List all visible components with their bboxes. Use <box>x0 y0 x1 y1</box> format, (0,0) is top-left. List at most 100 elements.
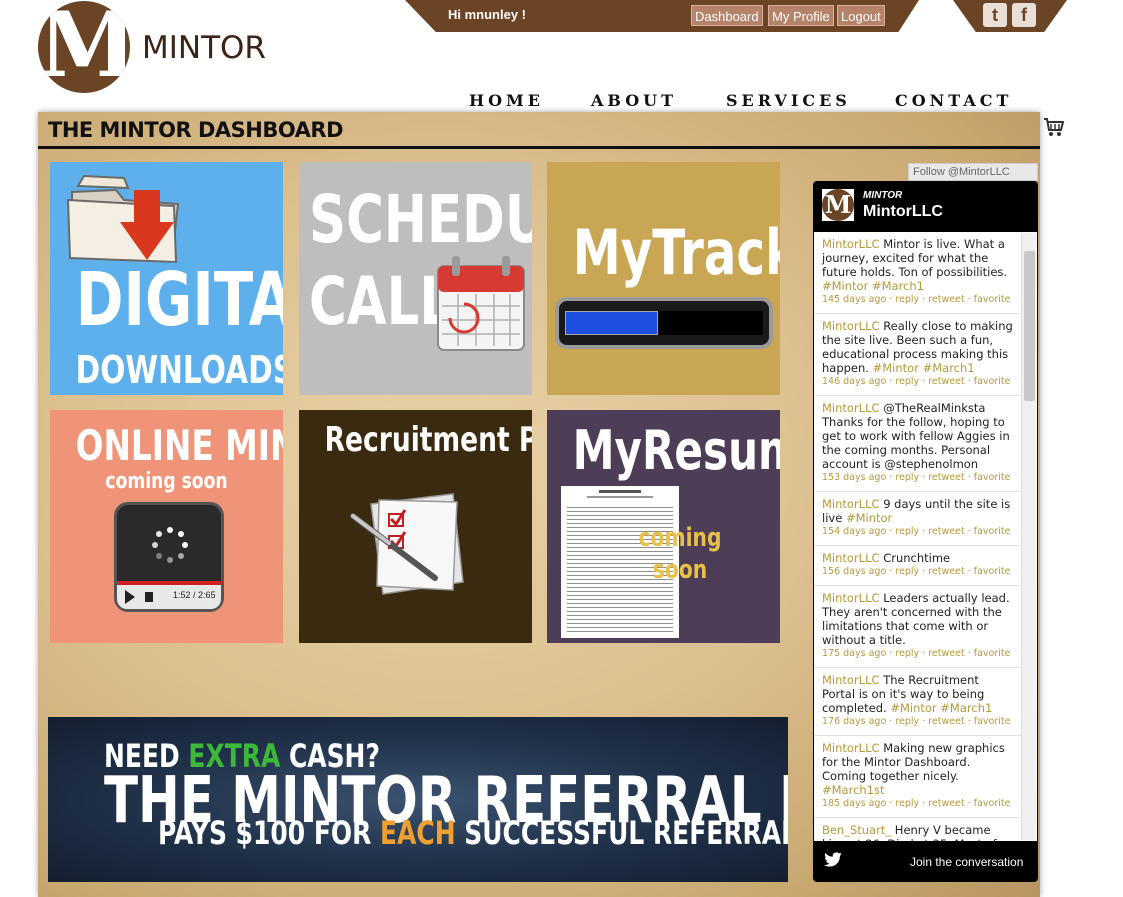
tweet-item: MintorLLC Mintor is live. What a journey… <box>814 232 1022 314</box>
twitter-account-name[interactable]: MintorLLC <box>863 203 943 221</box>
banner-each: EACH <box>380 814 456 852</box>
meta-separator: · <box>964 566 974 577</box>
tweet-user-link[interactable]: Ben_Stuart_ <box>822 823 891 837</box>
meta-separator: · <box>886 376 896 387</box>
tweet-favorite-link[interactable]: favorite <box>974 566 1011 577</box>
tweet-age[interactable]: 145 days ago <box>822 294 886 305</box>
tweet-age[interactable]: 175 days ago <box>822 648 886 659</box>
tweet-user-link[interactable]: MintorLLC <box>822 591 880 605</box>
logo-letter: M <box>38 1 130 93</box>
referral-program-banner[interactable]: NEED EXTRA CASH? THE MINTOR REFERRAL PRO… <box>48 717 788 882</box>
tweet-age[interactable]: 154 days ago <box>822 526 886 537</box>
meta-separator: · <box>964 472 974 483</box>
tweet-reply-link[interactable]: reply <box>895 376 919 387</box>
tweet-reply-link[interactable]: reply <box>895 648 919 659</box>
tweet-favorite-link[interactable]: favorite <box>974 648 1011 659</box>
tile-resume-soon: soon <box>652 555 708 585</box>
video-controls: 1:52 / 2:65 <box>117 585 221 609</box>
nav-home[interactable]: HOME <box>469 91 544 110</box>
tweet-hashtags[interactable]: #Mintor #March1 <box>890 701 992 715</box>
tweet-reply-link[interactable]: reply <box>895 566 919 577</box>
tweet-favorite-link[interactable]: favorite <box>974 716 1011 727</box>
twitter-avatar[interactable]: M <box>822 189 854 221</box>
tweet-retweet-link[interactable]: retweet <box>928 648 964 659</box>
tweet-reply-link[interactable]: reply <box>895 716 919 727</box>
tweet-age[interactable]: 176 days ago <box>822 716 886 727</box>
tweet-item: MintorLLC 9 days until the site is live … <box>814 492 1022 546</box>
tweet-hashtags[interactable]: #Mintor #March1 <box>873 361 975 375</box>
scrollbar-thumb[interactable] <box>1024 251 1035 401</box>
tweet-reply-link[interactable]: reply <box>895 798 919 809</box>
tile-resume-title: MyResume <box>572 419 780 482</box>
tweet-favorite-link[interactable]: favorite <box>974 294 1011 305</box>
meta-separator: · <box>919 294 929 305</box>
tweet-favorite-link[interactable]: favorite <box>974 798 1011 809</box>
tweet-hashtags[interactable]: #Mintor #March1 <box>822 279 924 293</box>
meta-separator: · <box>886 716 896 727</box>
tracker-progress-bar <box>555 297 773 349</box>
tweet-user-link[interactable]: MintorLLC <box>822 741 880 755</box>
loading-spinner-icon <box>152 527 188 563</box>
facebook-icon[interactable]: f <box>1012 3 1036 27</box>
tweet-age[interactable]: 153 days ago <box>822 472 886 483</box>
follow-twitter-button[interactable]: Follow @MintorLLC <box>908 163 1038 181</box>
meta-separator: · <box>919 472 929 483</box>
tweet-retweet-link[interactable]: retweet <box>928 472 964 483</box>
tweet-user-link[interactable]: MintorLLC <box>822 551 880 565</box>
tile-online-mintor[interactable]: ONLINE MINTOR coming soon 1:52 / 2:65 <box>50 410 283 643</box>
tweet-meta: 156 days ago · reply · retweet · favorit… <box>822 565 1014 579</box>
tweet-retweet-link[interactable]: retweet <box>928 526 964 537</box>
tweet-retweet-link[interactable]: retweet <box>928 294 964 305</box>
user-greeting: Hi mnunley ! <box>448 7 527 22</box>
tile-recruitment-portal[interactable]: Recruitment Portal <box>299 410 532 643</box>
dashboard-button[interactable]: Dashboard <box>691 5 763 26</box>
tracker-progress-track <box>565 311 763 335</box>
tweet-favorite-link[interactable]: favorite <box>974 472 1011 483</box>
tile-myresume[interactable]: MyResume coming soon <box>547 410 780 643</box>
tweet-age[interactable]: 185 days ago <box>822 798 886 809</box>
tweet-favorite-link[interactable]: favorite <box>974 526 1011 537</box>
join-conversation-link[interactable]: Join the conversation <box>910 855 1023 869</box>
meta-separator: · <box>919 648 929 659</box>
tweet-age[interactable]: 146 days ago <box>822 376 886 387</box>
my-profile-button[interactable]: My Profile <box>768 5 834 26</box>
tweet-user-link[interactable]: MintorLLC <box>822 401 880 415</box>
tweet-age[interactable]: 156 days ago <box>822 566 886 577</box>
tweet-body: MintorLLC 9 days until the site is live … <box>822 497 1014 525</box>
tweet-body: MintorLLC Crunchtime <box>822 551 1014 565</box>
mintor-logo[interactable]: M MINTOR <box>38 1 266 93</box>
tweet-hashtags[interactable]: #March1st <box>822 783 885 797</box>
meta-separator: · <box>886 294 896 305</box>
tweet-list-scrollbar[interactable] <box>1021 233 1036 840</box>
tweet-meta: 176 days ago · reply · retweet · favorit… <box>822 715 1014 729</box>
shopping-cart-icon[interactable] <box>1043 117 1065 137</box>
twitter-icon[interactable]: t <box>983 3 1007 27</box>
tweet-user-link[interactable]: MintorLLC <box>822 237 880 251</box>
tweet-retweet-link[interactable]: retweet <box>928 566 964 577</box>
page-title: THE MINTOR DASHBOARD <box>48 118 344 142</box>
nav-contact[interactable]: CONTACT <box>895 91 1012 110</box>
tile-digital-downloads[interactable]: DIGITAL DOWNLOADS <box>50 162 283 395</box>
tweet-user-link[interactable]: MintorLLC <box>822 497 880 511</box>
meta-separator: · <box>919 716 929 727</box>
nav-about[interactable]: ABOUT <box>591 91 677 110</box>
tweet-retweet-link[interactable]: retweet <box>928 798 964 809</box>
tweet-user-link[interactable]: MintorLLC <box>822 673 880 687</box>
tweet-hashtags[interactable]: #Mintor <box>846 511 892 525</box>
nav-services[interactable]: SERVICES <box>726 91 851 110</box>
tweet-user-link[interactable]: MintorLLC <box>822 319 880 333</box>
meta-separator: · <box>919 526 929 537</box>
tweet-reply-link[interactable]: reply <box>895 294 919 305</box>
tweet-reply-link[interactable]: reply <box>895 526 919 537</box>
logout-button[interactable]: Logout <box>837 5 885 26</box>
tweet-retweet-link[interactable]: retweet <box>928 716 964 727</box>
tile-schedule-calls[interactable]: SCHEDULE CALLS <box>299 162 532 395</box>
tweet-favorite-link[interactable]: favorite <box>974 376 1011 387</box>
tweet-reply-link[interactable]: reply <box>895 472 919 483</box>
tweet-body: MintorLLC Making new graphics for the Mi… <box>822 741 1014 797</box>
tweet-meta: 185 days ago · reply · retweet · favorit… <box>822 797 1014 811</box>
meta-separator: · <box>886 526 896 537</box>
tweet-retweet-link[interactable]: retweet <box>928 376 964 387</box>
tile-mytracker[interactable]: MyTracker <box>547 162 780 395</box>
banner-successful: SUCCESSFUL REFERRAL <box>455 814 788 852</box>
